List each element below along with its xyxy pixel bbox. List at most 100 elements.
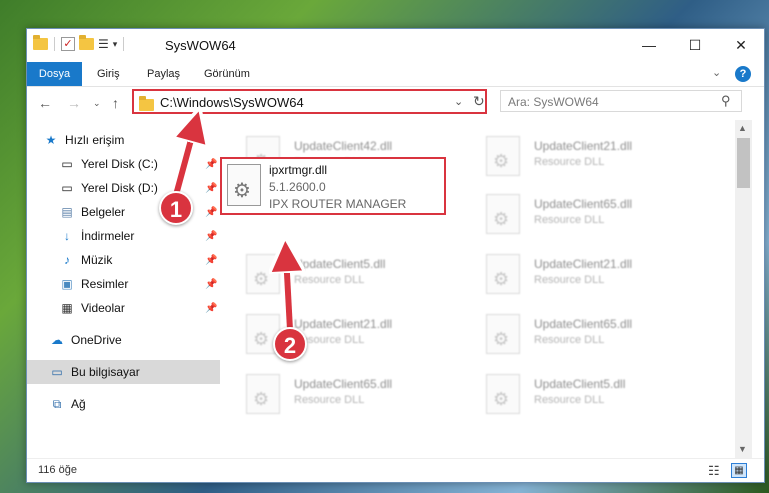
tab-home[interactable]: Giriş <box>97 62 120 86</box>
pin-icon[interactable]: 📌 <box>205 231 217 242</box>
sidebar-item-music[interactable]: ♪ Müzik 📌 <box>27 248 220 272</box>
file-description: IPX ROUTER MANAGER <box>269 197 407 211</box>
ribbon-tabs: Dosya Giriş Paylaş Görünüm ⌄ ? <box>27 62 764 87</box>
file-item[interactable]: UpdateClient65.dll Resource DLL <box>246 370 466 420</box>
sidebar-item-label: İndirmeler <box>81 229 135 243</box>
details-view-icon[interactable]: ☷ <box>708 463 720 479</box>
window-title: SysWOW64 <box>165 38 236 53</box>
up-arrow-icon[interactable]: ↑ <box>112 95 119 111</box>
sidebar-item-pictures[interactable]: ▣ Resimler 📌 <box>27 272 220 296</box>
sidebar-item-label: Belgeler <box>81 205 126 219</box>
star-icon: ★ <box>45 133 57 147</box>
tab-file[interactable]: Dosya <box>27 62 82 86</box>
dll-file-icon <box>486 374 520 414</box>
file-name: UpdateClient21.dll <box>534 257 633 271</box>
pin-icon[interactable]: 📌 <box>205 207 217 218</box>
download-arrow-icon: ↓ <box>64 229 70 243</box>
file-name: UpdateClient5.dll <box>534 377 626 391</box>
file-name: UpdateClient65.dll <box>534 197 633 211</box>
sidebar-item-label: Hızlı erişim <box>65 133 125 147</box>
file-name: UpdateClient21.dll <box>534 139 633 153</box>
folder-icon <box>33 35 48 50</box>
scroll-up-arrow-icon[interactable]: ▲ <box>738 123 747 133</box>
sidebar-item-videos[interactable]: ▦ Videolar 📌 <box>27 296 220 320</box>
sidebar-item-quick-access[interactable]: ★ Hızlı erişim <box>27 128 220 152</box>
sidebar-item-local-disk-d[interactable]: ▭ Yerel Disk (D:) 📌 <box>27 176 220 200</box>
file-item[interactable]: UpdateClient65.dll Resource DLL <box>486 190 706 240</box>
file-name: UpdateClient5.dll <box>294 257 386 271</box>
search-input[interactable]: Ara: SysWOW64 ⚲ <box>500 90 742 112</box>
sidebar-item-this-pc[interactable]: ▭ Bu bilgisayar <box>27 360 220 384</box>
file-type: Resource DLL <box>534 156 605 168</box>
vertical-scrollbar[interactable]: ▲ ▼ <box>735 120 752 458</box>
pin-icon[interactable]: 📌 <box>205 303 217 314</box>
large-icons-view-icon[interactable]: ▦ <box>731 463 747 478</box>
search-placeholder: Ara: SysWOW64 <box>508 95 599 109</box>
address-bar[interactable]: C:\Windows\SysWOW64 ⌄ ↻ <box>132 89 487 114</box>
minimize-button[interactable]: — <box>626 29 672 61</box>
dll-file-icon <box>246 254 280 294</box>
dll-file-icon <box>227 164 261 206</box>
quick-access-toolbar: ✓ ☰ ▾ <box>33 35 126 51</box>
highlighted-file-item[interactable]: ipxrtmgr.dll 5.1.2600.0 IPX ROUTER MANAG… <box>220 157 446 215</box>
pin-icon[interactable]: 📌 <box>205 255 217 266</box>
dll-file-icon <box>486 136 520 176</box>
refresh-icon[interactable]: ↻ <box>473 93 485 110</box>
address-dropdown-icon[interactable]: ⌄ <box>454 95 463 108</box>
scroll-down-arrow-icon[interactable]: ▼ <box>738 444 747 454</box>
title-bar: ✓ ☰ ▾ SysWOW64 — ☐ ✕ <box>27 29 764 62</box>
file-item[interactable]: UpdateClient5.dll Resource DLL <box>486 370 706 420</box>
dll-file-icon <box>486 314 520 354</box>
close-button[interactable]: ✕ <box>718 29 764 61</box>
folder-icon <box>139 96 154 111</box>
customize-toolbar-chevron-icon[interactable]: ▾ <box>113 39 118 50</box>
navigation-bar: ← → ⌄ ↑ C:\Windows\SysWOW64 ⌄ ↻ Ara: Sys… <box>27 87 764 120</box>
maximize-button[interactable]: ☐ <box>672 29 718 61</box>
file-name: ipxrtmgr.dll <box>269 163 328 177</box>
file-item[interactable]: UpdateClient65.dll Resource DLL <box>486 310 706 360</box>
sidebar-item-label: Yerel Disk (C:) <box>81 157 158 171</box>
help-icon[interactable]: ? <box>735 66 751 82</box>
file-type: Resource DLL <box>534 394 605 406</box>
pictures-icon: ▣ <box>61 277 73 291</box>
properties-check-icon[interactable]: ✓ <box>61 37 75 51</box>
pin-icon[interactable]: 📌 <box>205 279 217 290</box>
search-icon[interactable]: ⚲ <box>721 93 731 109</box>
sidebar-item-label: Yerel Disk (D:) <box>81 181 158 195</box>
tab-share[interactable]: Paylaş <box>147 62 180 86</box>
file-item[interactable]: UpdateClient5.dll Resource DLL <box>246 250 466 300</box>
documents-icon: ▤ <box>61 205 73 219</box>
sidebar-item-onedrive[interactable]: ☁ OneDrive <box>27 328 220 352</box>
file-type: Resource DLL <box>294 274 365 286</box>
cloud-icon: ☁ <box>51 333 63 347</box>
pin-icon[interactable]: 📌 <box>205 159 217 170</box>
forward-arrow-icon[interactable]: → <box>67 95 81 111</box>
sidebar-item-network[interactable]: ⧉ Ağ <box>27 392 220 416</box>
dll-file-icon <box>486 194 520 234</box>
scrollbar-thumb[interactable] <box>737 138 750 188</box>
status-bar: 116 öğe ☷ ▦ <box>27 458 764 483</box>
recent-locations-chevron-icon[interactable]: ⌄ <box>93 98 101 109</box>
explorer-window: ✓ ☰ ▾ SysWOW64 — ☐ ✕ Dosya Giriş Paylaş … <box>26 28 765 483</box>
sidebar-item-label: Videolar <box>81 301 125 315</box>
address-path: C:\Windows\SysWOW64 <box>160 95 304 110</box>
sidebar-item-label: Bu bilgisayar <box>71 365 140 379</box>
pin-icon[interactable]: 📌 <box>205 183 217 194</box>
drive-icon: ▭ <box>61 181 73 195</box>
file-type: Resource DLL <box>534 274 605 286</box>
tab-view[interactable]: Görünüm <box>204 62 250 86</box>
file-item[interactable]: UpdateClient21.dll Resource DLL <box>486 250 706 300</box>
view-details-icon[interactable]: ☰ <box>98 37 109 51</box>
computer-icon: ▭ <box>51 365 63 379</box>
sidebar-item-label: OneDrive <box>71 333 122 347</box>
file-version: 5.1.2600.0 <box>269 180 326 194</box>
callout-badge-2: 2 <box>273 327 307 361</box>
sidebar-item-local-disk-c[interactable]: ▭ Yerel Disk (C:) 📌 <box>27 152 220 176</box>
film-icon: ▦ <box>61 301 73 315</box>
file-item[interactable]: UpdateClient21.dll Resource DLL <box>486 132 706 182</box>
sidebar-item-label: Resimler <box>81 277 129 291</box>
sidebar-item-downloads[interactable]: ↓ İndirmeler 📌 <box>27 224 220 248</box>
expand-ribbon-chevron-icon[interactable]: ⌄ <box>712 66 721 79</box>
back-arrow-icon[interactable]: ← <box>38 95 52 111</box>
new-folder-icon[interactable] <box>79 35 94 50</box>
